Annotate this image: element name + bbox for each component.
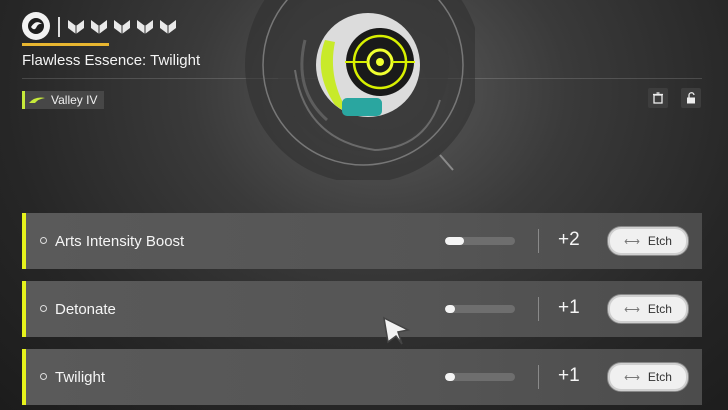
stat-progress-bar xyxy=(445,237,515,245)
trash-icon xyxy=(653,92,663,104)
stat-progress-fill xyxy=(445,373,455,381)
bullet-icon xyxy=(40,373,47,380)
title-accent-line xyxy=(22,43,109,46)
rank-chevron-icon xyxy=(68,20,84,34)
rank-chevron-icon xyxy=(114,20,130,34)
stat-level: +1 xyxy=(558,297,580,318)
rank-indicator xyxy=(66,16,178,38)
stat-name: Detonate xyxy=(55,301,116,318)
stat-accent-bar xyxy=(22,281,26,337)
stat-row: Detonate +1 ⟷ Etch xyxy=(22,281,702,337)
stat-name: Arts Intensity Boost xyxy=(55,233,185,250)
etch-button-label: Etch xyxy=(647,234,672,248)
rank-chevron-icon xyxy=(160,20,176,34)
stat-progress-fill xyxy=(445,305,455,313)
swap-arrow-icon: ⟷ xyxy=(624,371,640,384)
rank-chevron-icon xyxy=(91,20,107,34)
stat-divider xyxy=(538,365,539,389)
valley-icon xyxy=(29,97,45,103)
delete-button[interactable] xyxy=(648,88,668,108)
bullet-icon xyxy=(40,237,47,244)
etch-button[interactable]: ⟷ Etch xyxy=(608,363,688,391)
stat-level: +2 xyxy=(558,229,580,250)
stat-progress-bar xyxy=(445,305,515,313)
rank-chevron-icon xyxy=(137,20,153,34)
etch-button[interactable]: ⟷ Etch xyxy=(608,295,688,323)
stat-progress-fill xyxy=(445,237,464,245)
essence-orb-illustration xyxy=(245,0,475,180)
lock-toggle-button[interactable] xyxy=(681,88,701,108)
set-tag-label: Valley IV xyxy=(51,93,98,107)
stat-divider xyxy=(538,297,539,321)
etch-button[interactable]: ⟷ Etch xyxy=(608,227,688,255)
swap-arrow-icon: ⟷ xyxy=(624,235,640,248)
stat-progress-bar xyxy=(445,373,515,381)
stat-accent-bar xyxy=(22,349,26,405)
etch-button-label: Etch xyxy=(647,370,672,384)
stat-row: Twilight +1 ⟷ Etch xyxy=(22,349,702,405)
faction-emblem-icon xyxy=(22,12,50,40)
unlock-icon xyxy=(687,92,695,104)
swap-arrow-icon: ⟷ xyxy=(624,303,640,316)
header-divider xyxy=(58,17,60,37)
set-tag: Valley IV xyxy=(22,91,105,109)
stat-row: Arts Intensity Boost +2 ⟷ Etch xyxy=(22,213,702,269)
stat-divider xyxy=(538,229,539,253)
stat-accent-bar xyxy=(22,213,26,269)
item-title: Flawless Essence: Twilight xyxy=(22,52,201,69)
stat-level: +1 xyxy=(558,365,580,386)
stat-name: Twilight xyxy=(55,369,106,386)
bullet-icon xyxy=(40,305,47,312)
etch-button-label: Etch xyxy=(647,302,672,316)
cursor-arrow-icon xyxy=(383,316,411,345)
